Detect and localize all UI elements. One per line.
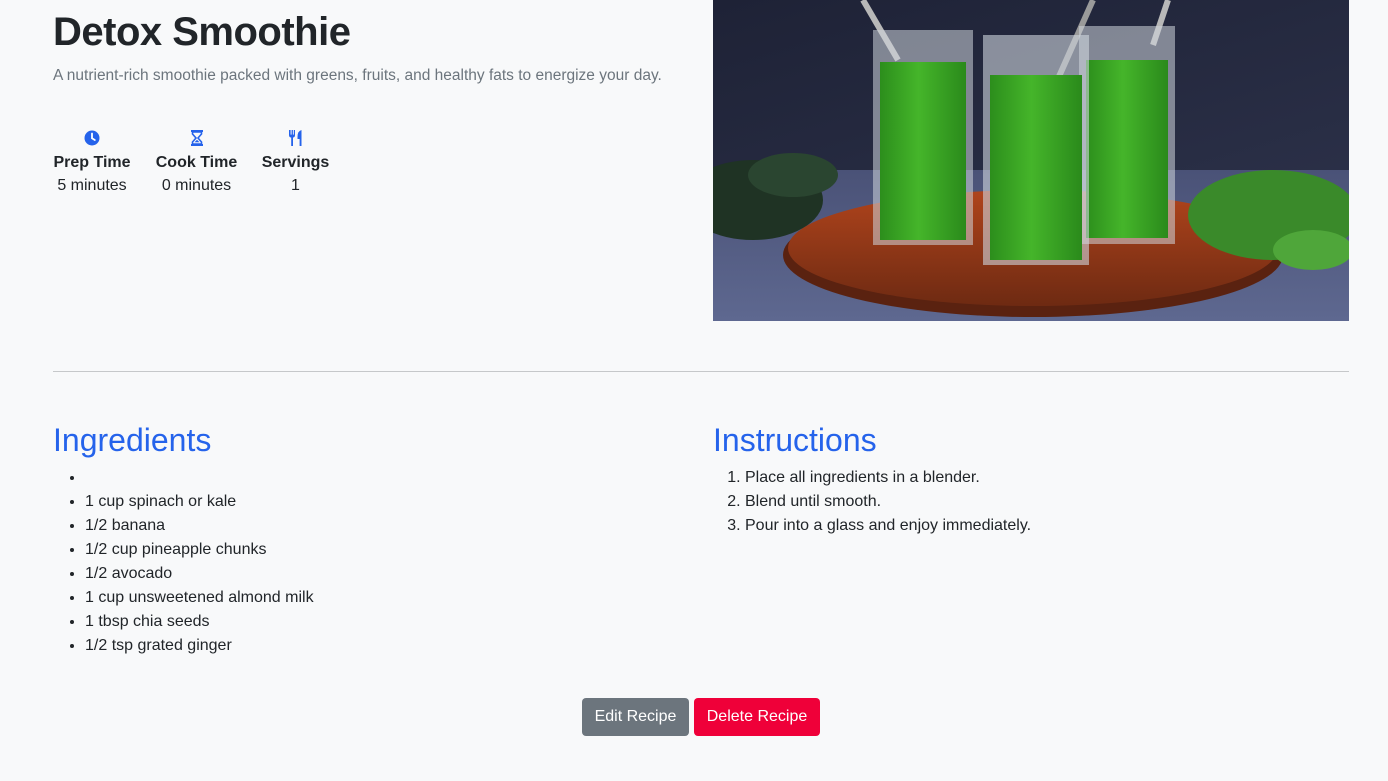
list-item: Pour into a glass and enjoy immediately. [745, 514, 1031, 538]
list-item: 1 tbsp chia seeds [85, 610, 314, 634]
meta-cook-time: Cook Time 0 minutes [155, 128, 238, 198]
edit-recipe-button[interactable]: Edit Recipe [582, 698, 689, 736]
meta-value: 1 [291, 177, 300, 194]
list-item: 1/2 cup pineapple chunks [85, 538, 314, 562]
meta-label: Servings [261, 154, 330, 171]
recipe-description: A nutrient-rich smoothie packed with gre… [53, 67, 662, 84]
meta-value: 0 minutes [161, 177, 232, 194]
clock-icon [53, 128, 131, 148]
hourglass-icon [155, 128, 238, 148]
list-item [85, 466, 314, 490]
list-item: 1/2 avocado [85, 562, 314, 586]
delete-recipe-button[interactable]: Delete Recipe [694, 698, 820, 736]
list-item: 1/2 banana [85, 514, 314, 538]
meta-prep-time: Prep Time 5 minutes [53, 128, 131, 198]
list-item: Place all ingredients in a blender. [745, 466, 1031, 490]
utensils-icon [261, 128, 330, 148]
meta-label: Prep Time [53, 154, 131, 171]
ingredients-list: 1 cup spinach or kale 1/2 banana 1/2 cup… [53, 466, 314, 658]
ingredients-heading: Ingredients [53, 422, 212, 458]
list-item: Blend until smooth. [745, 490, 1031, 514]
instructions-list: Place all ingredients in a blender. Blen… [713, 466, 1031, 538]
recipe-title: Detox Smoothie [53, 10, 351, 54]
recipe-image [713, 0, 1349, 321]
meta-value: 5 minutes [57, 177, 127, 194]
list-item: 1 cup unsweetened almond milk [85, 586, 314, 610]
meta-servings: Servings 1 [261, 128, 330, 198]
instructions-heading: Instructions [713, 422, 877, 458]
section-divider [53, 371, 1349, 372]
meta-label: Cook Time [155, 154, 238, 171]
list-item: 1 cup spinach or kale [85, 490, 314, 514]
list-item: 1/2 tsp grated ginger [85, 634, 314, 658]
